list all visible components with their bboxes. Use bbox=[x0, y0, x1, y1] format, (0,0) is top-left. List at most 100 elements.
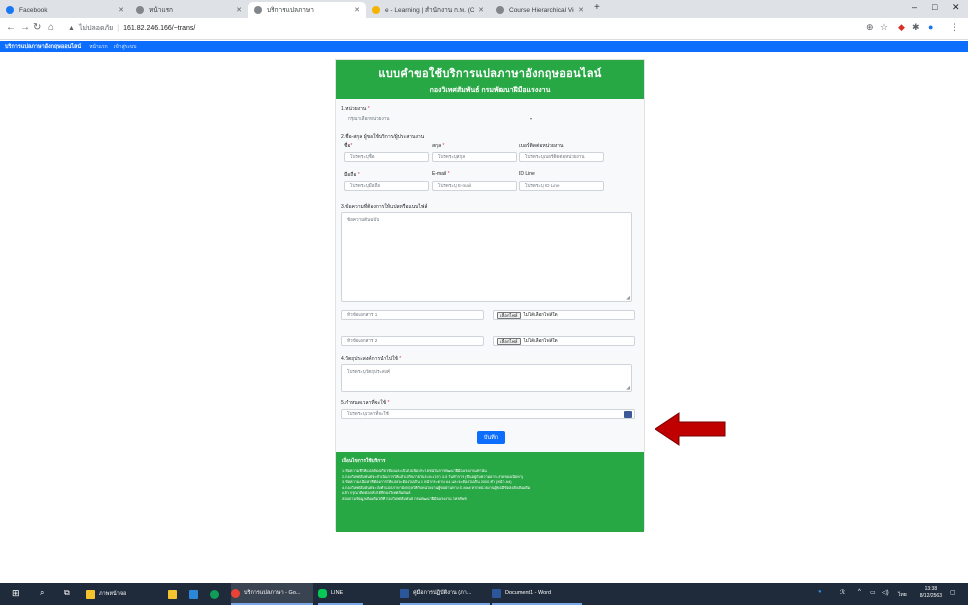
doc-title-1-input[interactable]: หัวข้อเอกสาร 1 bbox=[341, 310, 484, 320]
red-arrow-annotation bbox=[655, 412, 726, 446]
minimize-button[interactable]: – bbox=[912, 2, 917, 12]
maximize-button[interactable]: □ bbox=[932, 2, 937, 12]
line-icon bbox=[318, 588, 327, 598]
tab-course-view[interactable]: Course Hierarchical View C3D ✕ bbox=[490, 2, 590, 18]
choose-file-button[interactable]: เลือกไฟล์ bbox=[497, 311, 521, 319]
site-brand[interactable]: บริการแปลภาษาอังกฤษออนไลน์ bbox=[5, 43, 81, 51]
nav-link-home[interactable]: หน้าแรก bbox=[89, 43, 107, 51]
bookmark-star-icon[interactable]: ☆ bbox=[880, 22, 888, 33]
section-date-label: 5.กำหนดเวลาที่จะใช้ * bbox=[341, 400, 390, 406]
tab-facebook[interactable]: Facebook ✕ bbox=[0, 2, 130, 18]
resize-handle-icon[interactable]: ◢ bbox=[626, 386, 630, 391]
task-view-icon[interactable]: ⧉ bbox=[64, 588, 70, 598]
line-id-label: ID Line bbox=[519, 171, 535, 177]
close-window-button[interactable]: ✕ bbox=[952, 2, 960, 13]
menu-dots-icon[interactable]: ⋮ bbox=[950, 22, 959, 33]
volume-icon[interactable]: ◁) bbox=[882, 589, 889, 596]
taskbar-item-mail[interactable] bbox=[189, 583, 203, 605]
taskbar-item-store[interactable] bbox=[168, 583, 182, 605]
first-name-label: ชื่อ* bbox=[344, 143, 353, 149]
nav-link-login[interactable]: เข้าสู่ระบบ bbox=[114, 43, 137, 51]
chevron-up-icon[interactable]: ^ bbox=[858, 589, 861, 595]
tab-translation-service[interactable]: บริการแปลภาษา ✕ bbox=[248, 2, 366, 18]
agency-select[interactable]: กรุณาเลือกหน่วยงาน ▾ bbox=[341, 114, 536, 124]
globe-icon bbox=[496, 6, 504, 14]
search-icon[interactable]: ⌕ bbox=[40, 588, 44, 598]
puzzle-icon[interactable]: ✱ bbox=[912, 22, 920, 33]
taskbar-item-word-document1[interactable]: Document1 - Word bbox=[492, 583, 582, 605]
conditions-footer: เงื่อนไขการใช้บริการ 1.ข้อความที่ให้แปลต… bbox=[336, 452, 644, 532]
close-icon[interactable]: ✕ bbox=[236, 6, 242, 14]
language-indicator[interactable]: ไทย bbox=[898, 591, 907, 599]
taskbar-item-word-manual[interactable]: คู่มือการปฏิบัติงาน (ภา... bbox=[400, 583, 490, 605]
clock-time: 13:38 bbox=[924, 586, 938, 592]
close-icon[interactable]: ✕ bbox=[578, 6, 584, 14]
agency-phone-input[interactable]: โปรดระบุเบอร์ติดต่อหน่วยงาน bbox=[519, 152, 604, 162]
reload-icon[interactable]: ↻ bbox=[33, 22, 41, 33]
edge-icon bbox=[210, 589, 219, 599]
last-name-input[interactable]: โปรดระบุสกุล bbox=[432, 152, 517, 162]
taskbar-item-screenshot[interactable]: ภาพหน้าจอ bbox=[86, 583, 161, 605]
taskbar-label: LINE bbox=[331, 590, 344, 596]
tab-elearning[interactable]: e - Learning | สำนักงาน ก.พ. (OCSC ✕ bbox=[366, 2, 490, 18]
date-input[interactable]: โปรดระบุเวลาที่จะใช้ bbox=[341, 409, 635, 419]
agency-select-placeholder: กรุณาเลือกหน่วยงาน bbox=[348, 115, 390, 121]
calendar-icon[interactable] bbox=[624, 411, 632, 418]
file-none-text: ไม่ได้เลือกไฟล์ใด bbox=[523, 311, 558, 317]
last-name-label: สกุล * bbox=[432, 143, 445, 149]
message-textarea[interactable]: ข้อความต้นฉบับ ◢ bbox=[341, 212, 632, 302]
globe-icon bbox=[136, 6, 144, 14]
taskbar-label: คู่มือการปฏิบัติงาน (ภา... bbox=[413, 590, 472, 596]
file-input-2[interactable]: เลือกไฟล์ ไม่ได้เลือกไฟล์ใด bbox=[493, 336, 635, 346]
tab-title: Course Hierarchical View C3D bbox=[509, 6, 574, 14]
home-icon[interactable]: ⌂ bbox=[48, 22, 54, 33]
back-arrow-icon[interactable]: ← bbox=[6, 22, 16, 33]
form-title: แบบคำขอใช้บริการแปลภาษาอังกฤษออนไลน์ bbox=[378, 67, 602, 80]
folder-icon bbox=[86, 589, 95, 599]
forward-arrow-icon[interactable]: → bbox=[20, 22, 30, 33]
browser-toolbar: ← → ↻ ⌂ ▲ ไม่ปลอดภัย | 161.82.246.166/~t… bbox=[0, 18, 968, 40]
chrome-icon bbox=[231, 588, 240, 598]
purpose-textarea[interactable]: โปรดระบุวัตถุประสงค์ ◢ bbox=[341, 364, 632, 392]
windows-start-icon[interactable]: ⊞ bbox=[12, 588, 20, 599]
notification-icon[interactable]: ▢ bbox=[950, 589, 956, 596]
taskbar-item-line[interactable]: LINE bbox=[318, 583, 363, 605]
windows-taskbar: ⊞ ⌕ ⧉ ภาพหน้าจอ บริการแปลภาษา - Go... LI… bbox=[0, 583, 968, 605]
email-input[interactable]: โปรดระบุ E-mail bbox=[432, 181, 517, 191]
clock[interactable]: 13:38 8/12/2563 bbox=[920, 586, 942, 600]
doc-title-2-input[interactable]: หัวข้อเอกสาร 2 bbox=[341, 336, 484, 346]
line-id-input[interactable]: โปรดระบุ ID Line bbox=[519, 181, 604, 191]
close-icon[interactable]: ✕ bbox=[118, 6, 124, 14]
people-icon[interactable]: ℛ bbox=[840, 589, 845, 596]
new-tab-button[interactable]: + bbox=[594, 2, 600, 13]
submit-button[interactable]: บันทึก bbox=[477, 431, 505, 444]
tab-home[interactable]: หน้าแรก ✕ bbox=[130, 2, 248, 18]
tab-title: e - Learning | สำนักงาน ก.พ. (OCSC bbox=[385, 7, 475, 14]
section-agency-label: 1.หน่วยงาน * bbox=[341, 106, 370, 112]
file-input-1[interactable]: เลือกไฟล์ ไม่ได้เลือกไฟล์ใด bbox=[493, 310, 635, 320]
section-contact-label: 2.ชื่อ-สกุล ผู้ขอใช้บริการ/ผู้ประสานงาน bbox=[341, 134, 425, 140]
section-message-label: 3.ข้อความที่ต้องการให้แปลหรือแนบไฟล์ bbox=[341, 204, 428, 210]
choose-file-button[interactable]: เลือกไฟล์ bbox=[497, 337, 521, 345]
resize-handle-icon[interactable]: ◢ bbox=[626, 296, 630, 301]
tab-title: Facebook bbox=[19, 6, 48, 14]
taskbar-label: ภาพหน้าจอ bbox=[99, 591, 127, 597]
word-icon bbox=[400, 588, 409, 598]
first-name-input[interactable]: โปรดระบุชื่อ bbox=[344, 152, 429, 162]
taskbar-item-edge[interactable] bbox=[210, 583, 224, 605]
zoom-icon[interactable]: ⊕ bbox=[866, 22, 874, 33]
mobile-input[interactable]: โปรดระบุมือถือ bbox=[344, 181, 429, 191]
section-purpose-label: 4.วัตถุประสงค์การนำไปใช้ * bbox=[341, 356, 402, 362]
mail-icon bbox=[189, 589, 198, 599]
close-icon[interactable]: ✕ bbox=[354, 6, 360, 14]
weather-icon[interactable]: ● bbox=[818, 589, 822, 595]
network-icon[interactable]: ▭ bbox=[870, 589, 876, 596]
extension-icon[interactable]: ◆ bbox=[898, 22, 905, 33]
message-placeholder: ข้อความต้นฉบับ bbox=[347, 217, 380, 222]
taskbar-item-chrome[interactable]: บริการแปลภาษา - Go... bbox=[231, 583, 313, 605]
close-icon[interactable]: ✕ bbox=[478, 6, 484, 14]
profile-avatar-icon[interactable]: ● bbox=[928, 22, 933, 32]
address-bar[interactable]: ▲ ไม่ปลอดภัย | 161.82.246.166/~trans/ bbox=[68, 21, 848, 36]
request-form-card: แบบคำขอใช้บริการแปลภาษาอังกฤษออนไลน์ กอง… bbox=[335, 59, 645, 532]
email-label: E-mail * bbox=[432, 171, 450, 177]
